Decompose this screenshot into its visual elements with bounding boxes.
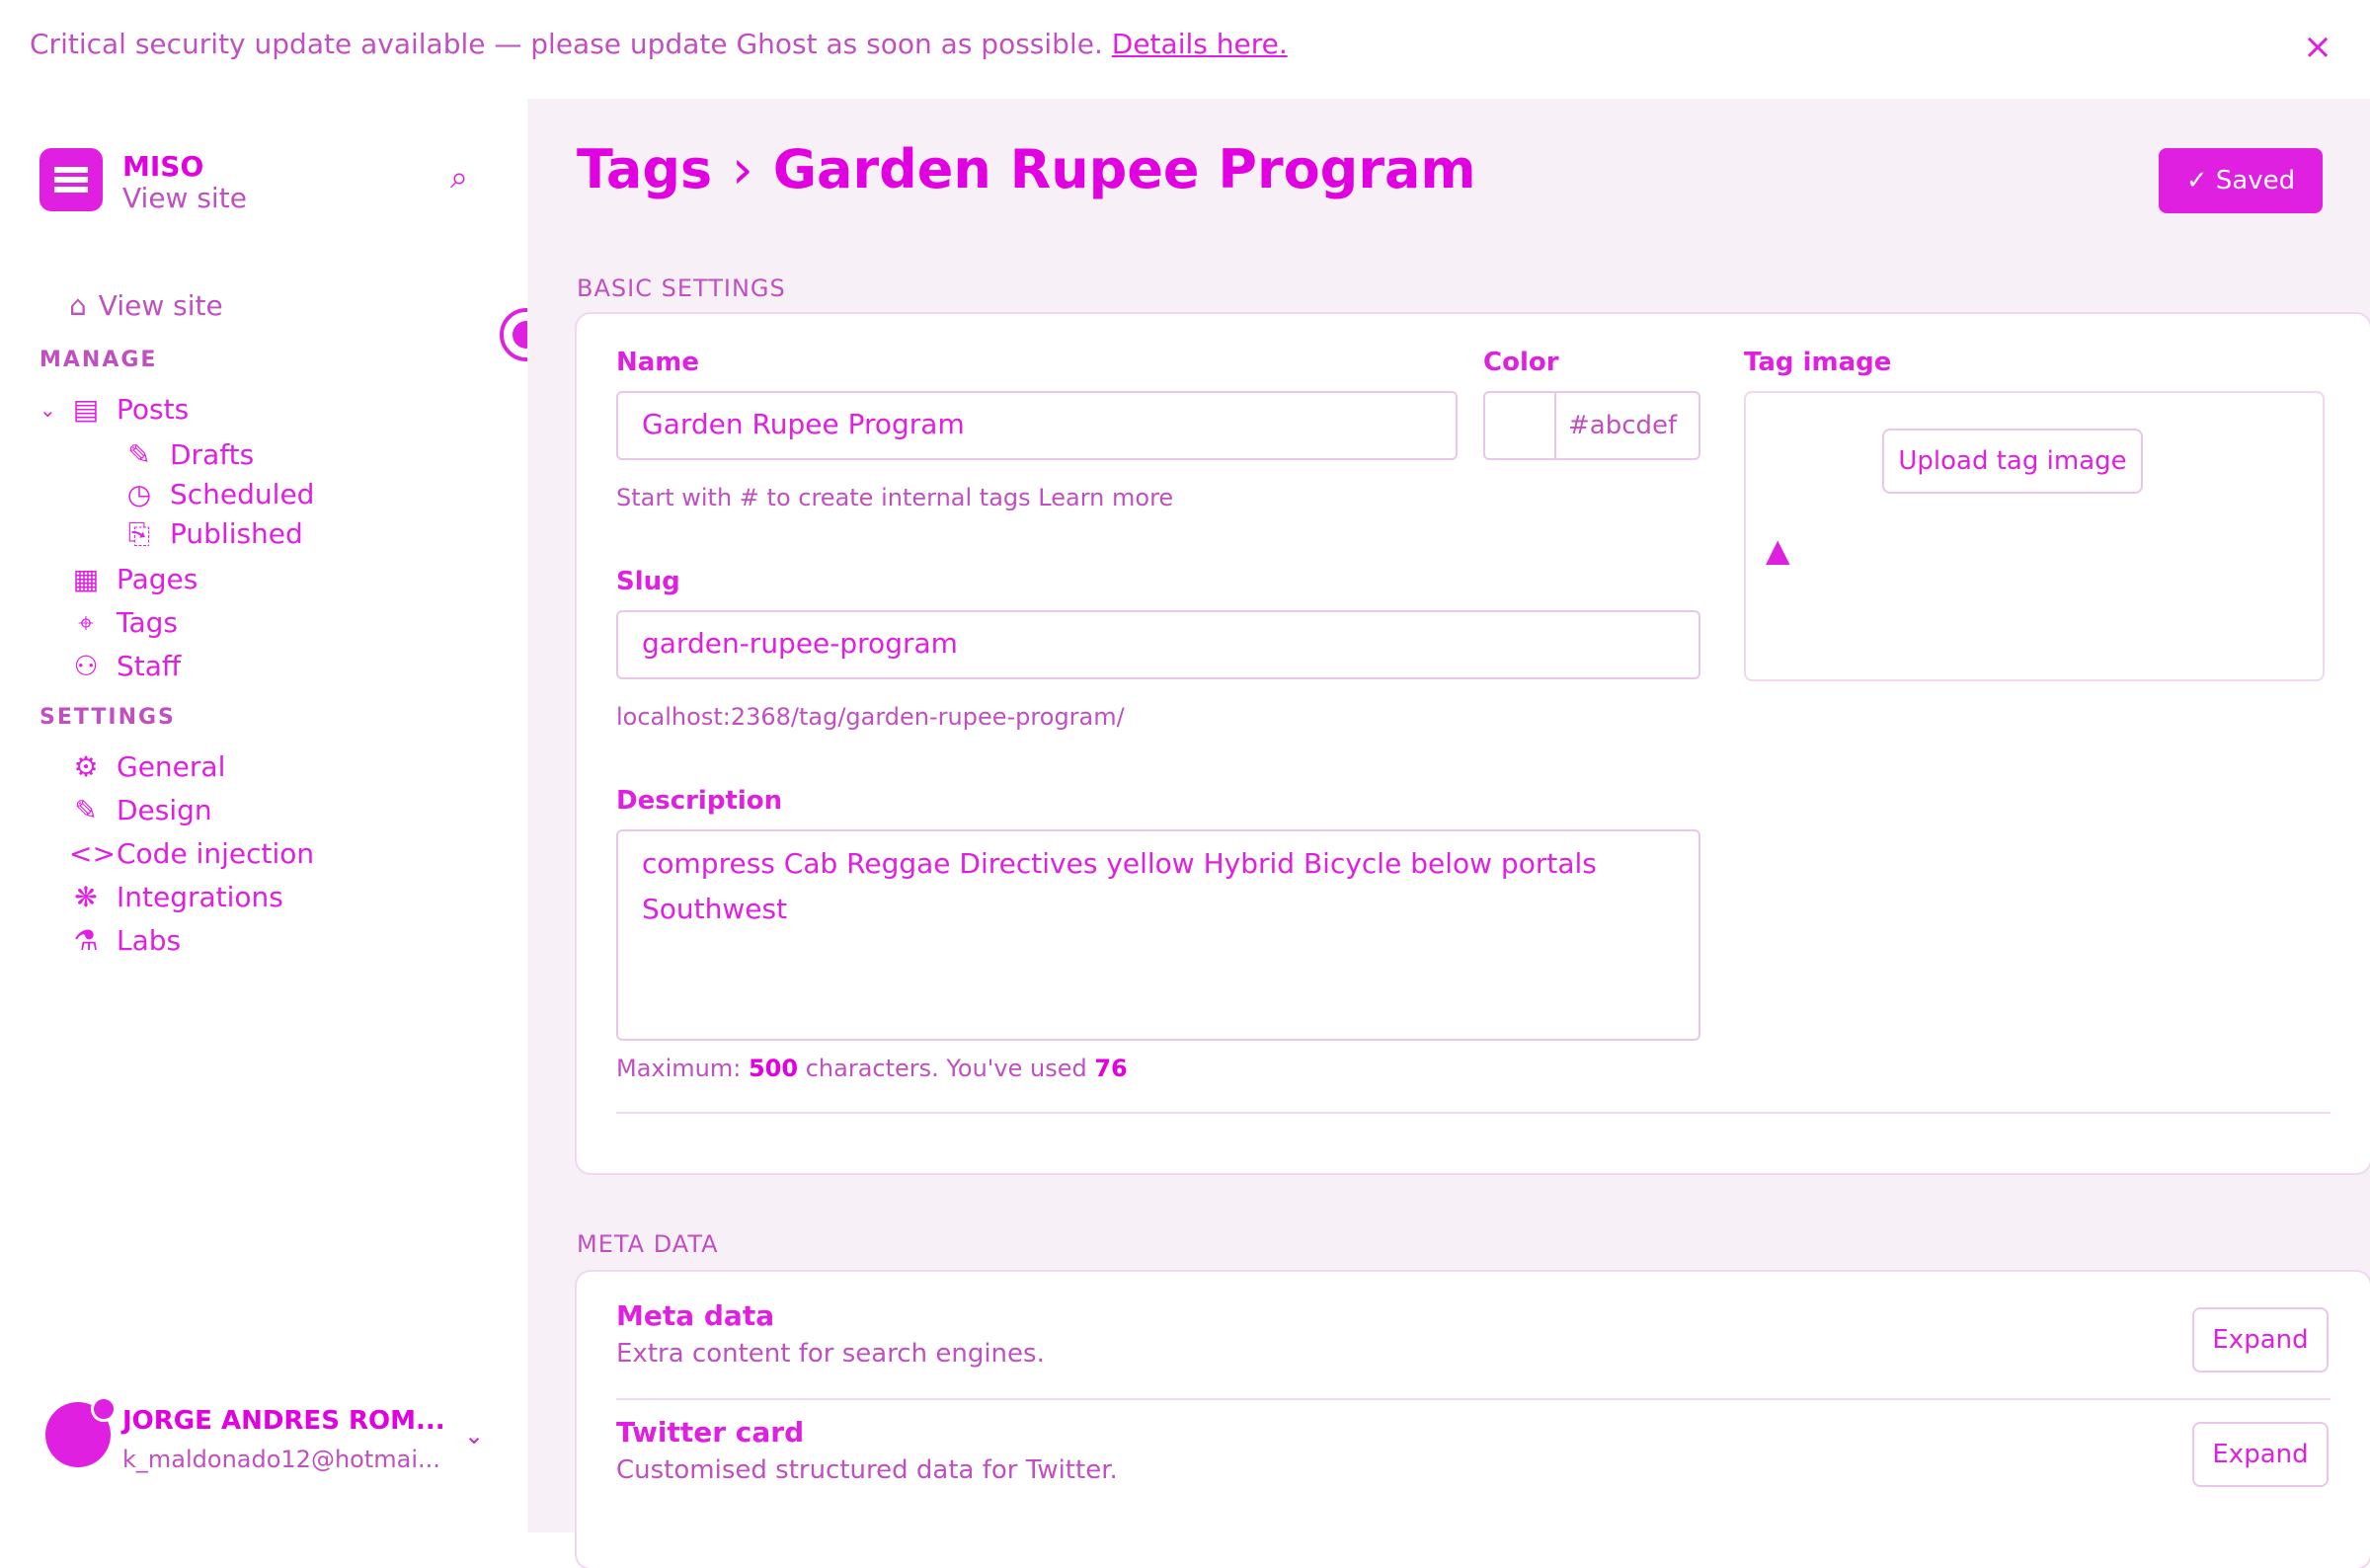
- user-email: k_maldonado12@hotmai...: [122, 1446, 440, 1473]
- sidebar-item-label: View site: [98, 289, 223, 322]
- sidebar-item-label: Code injection: [117, 837, 315, 870]
- close-icon[interactable]: ×: [2303, 30, 2332, 65]
- sidebar-item-staff[interactable]: ⚇ Staff: [69, 650, 181, 683]
- posts-icon: ▤: [72, 393, 100, 426]
- banner-text: Critical security update available — ple…: [30, 28, 1103, 60]
- sidebar-item-label: Pages: [117, 563, 198, 595]
- staff-icon: ⚇: [73, 650, 99, 682]
- upload-image-button[interactable]: Upload tag image: [1882, 429, 2143, 494]
- sidebar-item-label: Drafts: [170, 438, 255, 471]
- user-menu[interactable]: JORGE ANDRES ROM... k_maldonado12@hotmai…: [40, 1396, 494, 1501]
- chevron-right-icon: ›: [732, 138, 753, 200]
- flask-icon: ⚗: [73, 924, 99, 957]
- slug-input[interactable]: garden-rupee-program: [616, 610, 1700, 679]
- name-hint-text: Start with # to create internal tags: [616, 484, 1031, 511]
- chevron-down-icon[interactable]: ⌄: [40, 393, 56, 427]
- sidebar-item-label: General: [117, 750, 226, 783]
- sidebar-item-label: Design: [117, 794, 212, 826]
- sidebar-item-integrations[interactable]: ❋ Integrations: [69, 881, 283, 914]
- name-input[interactable]: Garden Rupee Program: [616, 391, 1458, 460]
- site-brand[interactable]: MISO View site ⌕: [40, 148, 468, 217]
- slug-url: localhost:2368/tag/garden-rupee-program/: [616, 703, 1125, 731]
- sidebar-item-label: Scheduled: [170, 478, 315, 510]
- image-icon: ▲: [1766, 531, 1790, 569]
- sidebar-item-general[interactable]: ⚙ General: [69, 750, 225, 784]
- integrations-icon: ❋: [74, 881, 98, 913]
- site-logo-icon: [40, 148, 103, 211]
- used-count: 76: [1094, 1055, 1128, 1082]
- divider: [616, 1112, 2330, 1114]
- sidebar-item-label: Integrations: [117, 881, 283, 913]
- home-icon: ⌂: [69, 289, 87, 322]
- sidebar-item-design[interactable]: ✎ Design: [69, 794, 212, 827]
- sidebar-item-label: Tags: [117, 606, 178, 639]
- page-title: Tags › Garden Rupee Program: [577, 138, 1476, 200]
- sidebar-item-drafts[interactable]: ✎ Drafts: [122, 438, 254, 472]
- main-content: Tags › Garden Rupee Program ✓ Saved BASIC …: [527, 99, 2370, 1568]
- tag-icon: ⌖: [78, 606, 94, 639]
- gear-icon: ⚙: [73, 750, 99, 783]
- sidebar-item-pages[interactable]: ▦ Pages: [69, 563, 198, 596]
- learn-more-link[interactable]: Learn more: [1038, 484, 1173, 511]
- color-swatch[interactable]: [1485, 393, 1556, 458]
- breadcrumb-tags-link[interactable]: Tags: [577, 138, 712, 200]
- color-hex-value: #abcdef: [1568, 411, 1678, 440]
- pencil-icon: ✎: [127, 438, 151, 471]
- banner-message: Critical security update available — ple…: [30, 28, 1288, 61]
- color-input[interactable]: #abcdef: [1483, 391, 1700, 460]
- sidebar-item-tags[interactable]: ⌖ Tags: [69, 606, 178, 640]
- code-icon: <>: [69, 837, 116, 870]
- sidebar-item-published[interactable]: ⎘ Published: [122, 517, 303, 551]
- save-button[interactable]: ✓ Saved: [2159, 148, 2323, 213]
- expand-twitter-button[interactable]: Expand: [2192, 1422, 2329, 1487]
- color-label: Color: [1483, 348, 1559, 377]
- description-label: Description: [616, 786, 783, 816]
- sidebar: MISO View site ⌕ ⌂ View site MANAGE ⌄ ▤ Po…: [0, 128, 553, 1532]
- settings-section-label: SETTINGS: [40, 705, 176, 730]
- sidebar-item-scheduled[interactable]: ◷ Scheduled: [122, 478, 315, 511]
- hint-mid: characters. You've used: [805, 1055, 1087, 1082]
- published-icon: ⎘: [127, 517, 151, 550]
- tag-title: Garden Rupee Program: [772, 138, 1476, 200]
- update-banner: Critical security update available — ple…: [0, 0, 2370, 99]
- online-status-icon: [91, 1396, 117, 1422]
- name-label: Name: [616, 348, 700, 377]
- description-textarea[interactable]: compress Cab Reggae Directives yellow Hy…: [616, 829, 1700, 1041]
- meta-data-row-title: Meta data: [616, 1299, 775, 1332]
- banner-details-link[interactable]: Details here.: [1112, 28, 1288, 60]
- brush-icon: ✎: [74, 794, 98, 826]
- search-icon[interactable]: ⌕: [450, 158, 468, 196]
- sidebar-item-label: Posts: [117, 393, 190, 426]
- divider: [616, 1398, 2330, 1400]
- chevron-down-icon[interactable]: ⌄: [464, 1422, 484, 1450]
- description-hint: Maximum: 500 characters. You've used 76: [616, 1055, 1128, 1082]
- sidebar-item-view-site[interactable]: ⌂ View site: [69, 289, 223, 322]
- manage-section-label: MANAGE: [40, 348, 158, 372]
- pages-icon: ▦: [72, 563, 100, 595]
- tag-image-dropzone[interactable]: Upload tag image ▲: [1744, 391, 2325, 681]
- clock-icon: ◷: [126, 478, 152, 510]
- hint-prefix: Maximum:: [616, 1055, 742, 1082]
- meta-data-row-sub: Extra content for search engines.: [616, 1339, 1045, 1369]
- expand-meta-button[interactable]: Expand: [2192, 1307, 2329, 1372]
- name-hint: Start with # to create internal tags Lea…: [616, 484, 1173, 511]
- slug-label: Slug: [616, 567, 680, 596]
- sidebar-item-labs[interactable]: ⚗ Labs: [69, 924, 181, 958]
- basic-settings-title: BASIC SETTINGS: [577, 274, 786, 302]
- tag-image-label: Tag image: [1744, 348, 1892, 377]
- twitter-card-row-sub: Customised structured data for Twitter.: [616, 1455, 1118, 1485]
- site-name: MISO: [122, 150, 204, 183]
- meta-data-card: Meta data Extra content for search engin…: [577, 1272, 2370, 1568]
- meta-data-title: META DATA: [577, 1230, 719, 1258]
- user-name: JORGE ANDRES ROM...: [122, 1406, 445, 1436]
- view-site-link[interactable]: View site: [122, 182, 247, 214]
- sidebar-item-label: Published: [170, 517, 303, 550]
- sidebar-item-label: Labs: [117, 924, 182, 957]
- max-count: 500: [748, 1055, 799, 1082]
- sidebar-item-code-injection[interactable]: <>Code injection: [69, 837, 314, 871]
- sidebar-item-posts[interactable]: ⌄ ▤ Posts: [40, 393, 190, 427]
- basic-settings-card: Name Garden Rupee Program Start with # t…: [577, 314, 2370, 1173]
- sidebar-item-label: Staff: [117, 650, 182, 682]
- twitter-card-row-title: Twitter card: [616, 1416, 805, 1449]
